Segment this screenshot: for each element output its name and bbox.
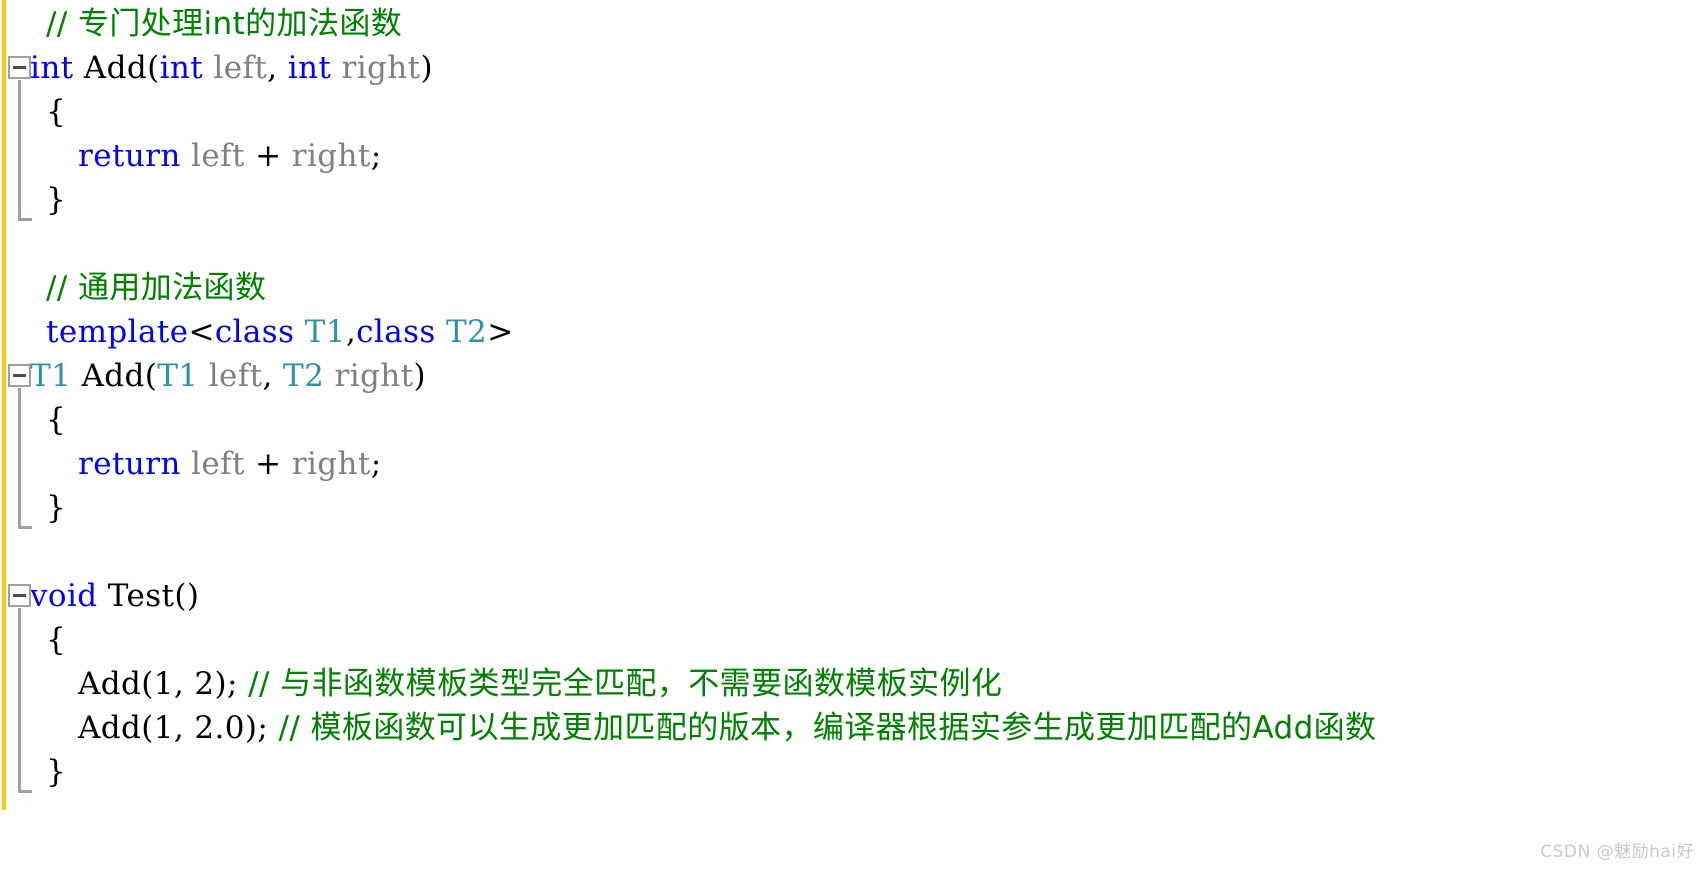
fold-region-rail <box>18 608 21 790</box>
code-line[interactable]: // 通用加法函数 <box>46 266 266 310</box>
code-identifier: left <box>191 138 245 174</box>
code-text: , <box>267 50 288 86</box>
code-text: } <box>46 490 67 526</box>
code-text: Add(1, 2); <box>78 666 249 702</box>
code-keyword: int <box>287 50 332 86</box>
code-comment: // 通用加法函数 <box>46 270 267 306</box>
code-keyword: class <box>214 314 295 350</box>
code-identifier: left <box>191 446 245 482</box>
code-type: T1 <box>30 358 72 394</box>
code-line[interactable]: } <box>46 486 66 530</box>
code-identifier: right <box>291 138 371 174</box>
fold-collapse-icon[interactable] <box>8 584 31 607</box>
code-comment: // 与非函数模板类型完全匹配，不需要函数模板实例化 <box>248 666 1003 702</box>
code-text: ) <box>413 358 426 394</box>
code-line[interactable]: int Add(int left, int right) <box>30 46 433 90</box>
fold-region-end-tick <box>18 218 32 221</box>
fold-collapse-icon[interactable] <box>8 364 31 387</box>
code-line[interactable]: { <box>46 618 66 662</box>
code-text: { <box>46 402 67 438</box>
code-text: Test() <box>97 578 200 614</box>
fold-collapse-icon[interactable] <box>8 56 31 79</box>
code-text: + <box>244 446 292 482</box>
csdn-watermark: CSDN @魅励hai好 <box>1540 842 1694 862</box>
code-text: ) <box>420 50 434 86</box>
code-line[interactable]: T1 Add(T1 left, T2 right) <box>30 354 426 398</box>
code-text: { <box>46 622 67 658</box>
code-type: T1 <box>304 314 346 350</box>
code-type: T2 <box>445 314 488 350</box>
code-keyword: int <box>159 50 204 86</box>
code-line[interactable]: return left + right; <box>78 442 382 486</box>
code-comment: // 模板函数可以生成更加匹配的版本，编译器根据实参生成更加匹配的Add函数 <box>278 710 1377 746</box>
code-line[interactable]: { <box>46 90 66 134</box>
code-line[interactable]: { <box>46 398 66 442</box>
code-line[interactable]: } <box>46 178 66 222</box>
code-line[interactable]: Add(1, 2); // 与非函数模板类型完全匹配，不需要函数模板实例化 <box>78 662 1002 706</box>
code-text: , <box>262 358 284 394</box>
code-keyword: template <box>46 314 189 350</box>
code-type: T1 <box>157 358 199 394</box>
fold-region-rail <box>18 80 21 218</box>
code-identifier: right <box>291 446 371 482</box>
fold-region-end-tick <box>18 790 32 793</box>
fold-region-end-tick <box>18 526 32 529</box>
code-keyword: int <box>30 50 74 86</box>
code-identifier: left <box>208 358 263 394</box>
code-line[interactable]: Add(1, 2.0); // 模板函数可以生成更加匹配的版本，编译器根据实参生… <box>78 706 1376 750</box>
code-text: Add(1, 2.0); <box>78 710 279 746</box>
code-line[interactable]: return left + right; <box>78 134 382 178</box>
code-editor-surface[interactable]: // 专门处理int的加法函数 int Add(int left, int rig… <box>0 0 1706 872</box>
code-identifier: left <box>213 50 268 86</box>
code-text: ; <box>370 446 382 482</box>
code-type: T2 <box>283 358 325 394</box>
code-line[interactable]: void Test() <box>30 574 199 618</box>
code-text: { <box>46 94 67 130</box>
code-text: Add( <box>73 50 160 86</box>
code-text: > <box>487 314 514 350</box>
code-text: ; <box>370 138 382 174</box>
code-text: < <box>188 314 215 350</box>
code-line[interactable]: template<class T1,class T2> <box>46 310 514 354</box>
code-identifier: right <box>341 50 421 86</box>
code-text: Add( <box>71 358 158 394</box>
code-line[interactable]: // 专门处理int的加法函数 <box>46 2 402 46</box>
code-keyword: void <box>30 578 98 614</box>
code-text: } <box>46 754 67 790</box>
code-identifier: right <box>334 358 414 394</box>
code-text: , <box>345 314 357 350</box>
fold-region-rail <box>18 388 21 526</box>
code-text: + <box>244 138 292 174</box>
code-keyword: class <box>356 314 436 350</box>
code-line[interactable]: } <box>46 750 66 794</box>
code-keyword: return <box>78 446 181 482</box>
code-keyword: return <box>78 138 181 174</box>
code-comment: // 专门处理int的加法函数 <box>46 6 403 42</box>
code-text: } <box>46 182 67 218</box>
